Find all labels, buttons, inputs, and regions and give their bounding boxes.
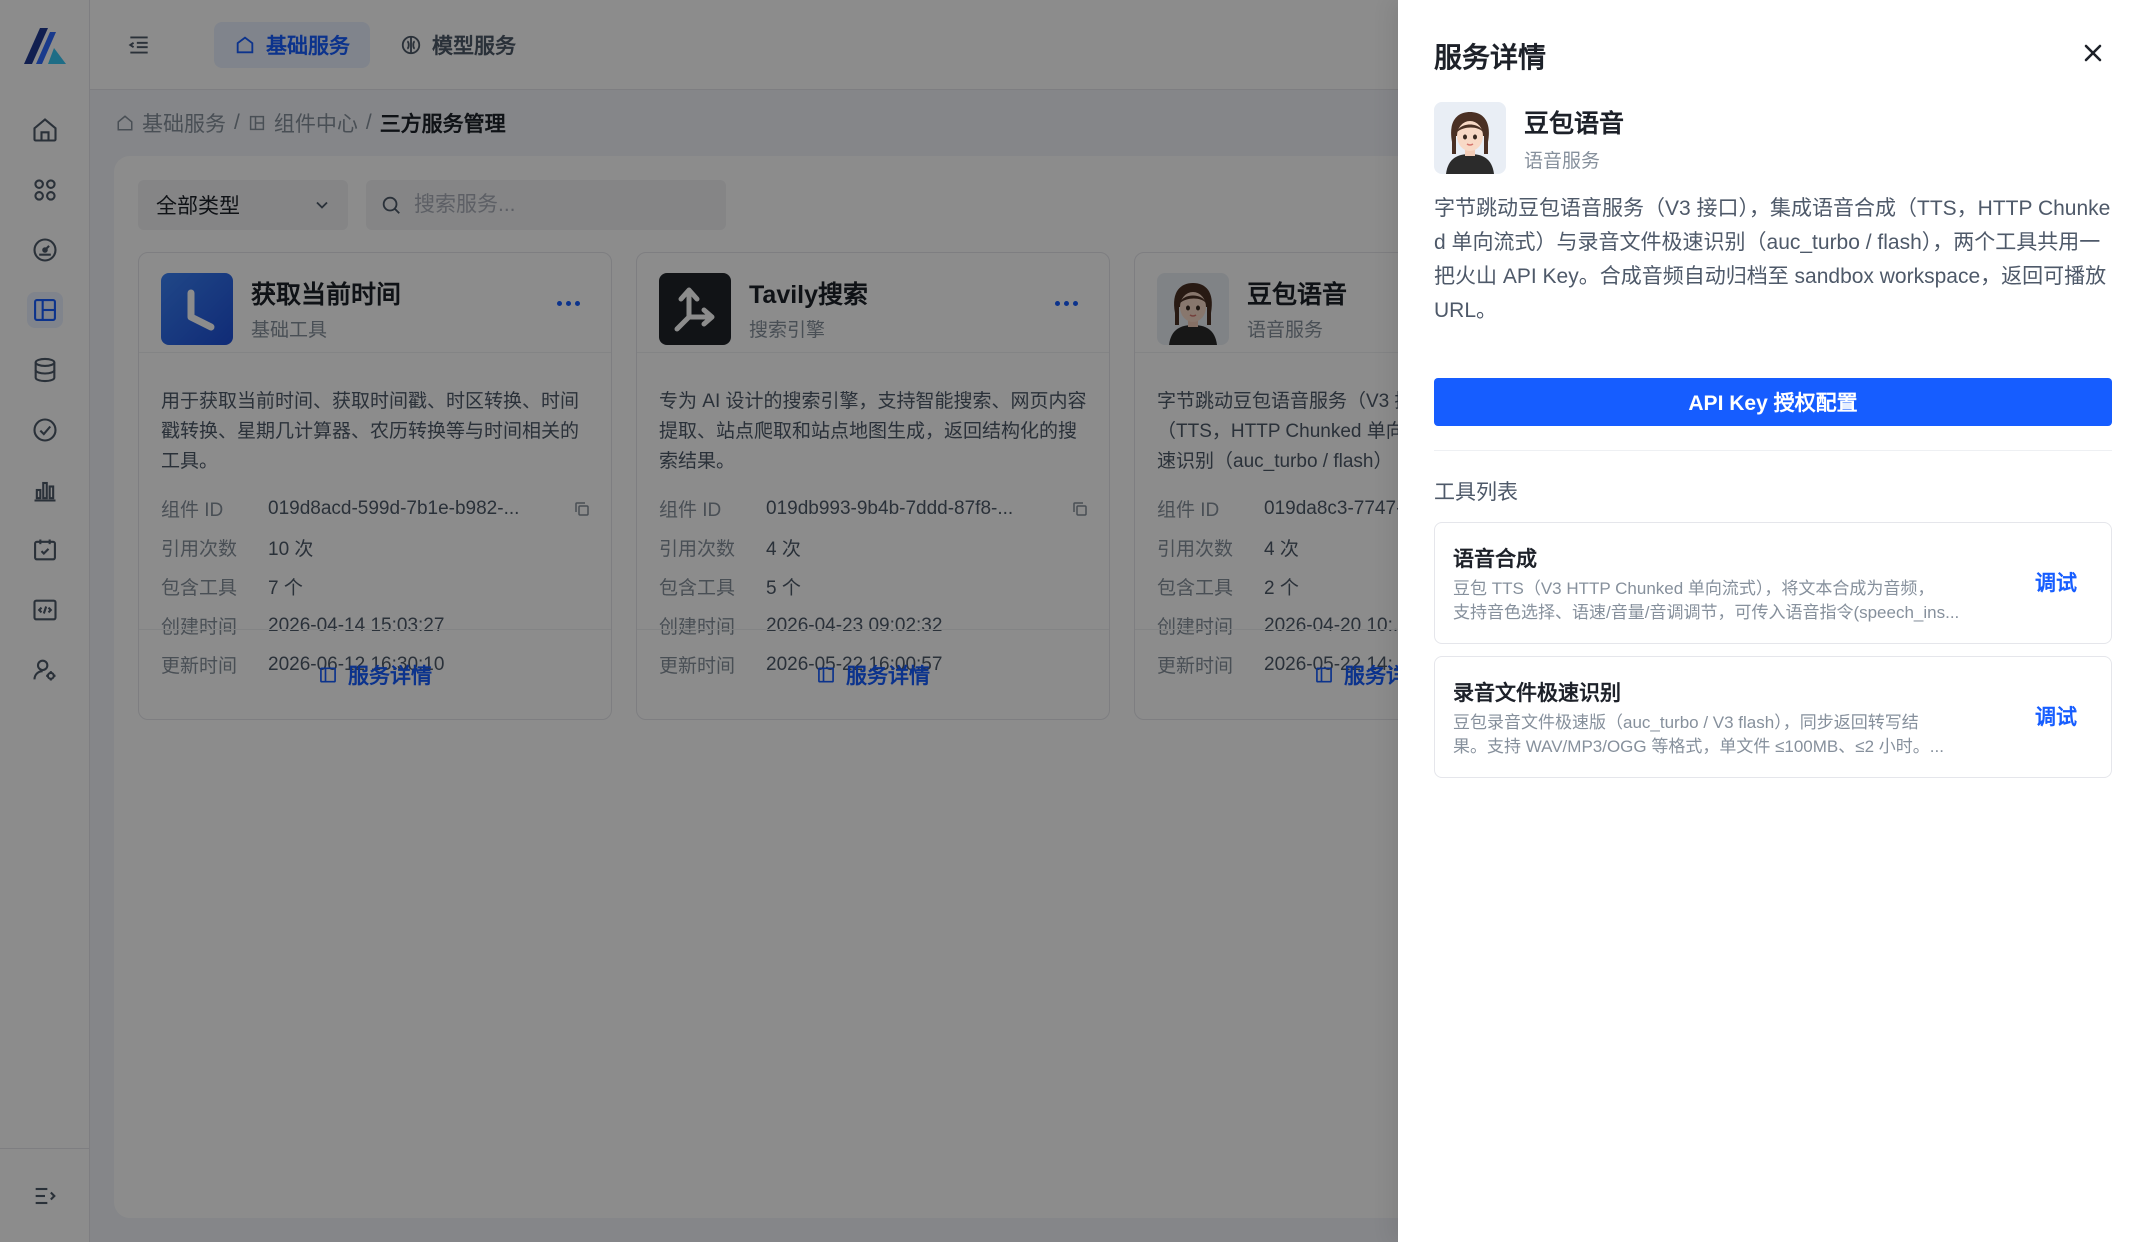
avatar-icon: [1434, 102, 1506, 174]
tools-heading: 工具列表: [1434, 481, 1518, 504]
service-description: 字节跳动豆包语音服务（V3 接口），集成语音合成（TTS，HTTP Chunke…: [1434, 197, 2111, 322]
tool-name: 语音合成: [1453, 548, 1537, 571]
tool-description: 豆包 TTS（V3 HTTP Chunked 单向流式），将文本合成为音频， 支…: [1453, 577, 2003, 625]
tool-description-line: 豆包录音文件极速版（auc_turbo / V3 flash），同步返回转写结: [1453, 713, 1919, 732]
api-key-config-button[interactable]: API Key 授权配置: [1434, 378, 2112, 426]
drawer-divider: [1434, 450, 2112, 451]
service-detail-drawer: 服务详情 豆包语音 语音服务 字节跳动豆包语音服务（V3 接口），集成语音合成（…: [1398, 0, 2148, 1242]
debug-button[interactable]: 调试: [2035, 567, 2077, 597]
tool-description-line: 支持音色选择、语速/音量/音调调节，可传入语音指令(speech_ins...: [1453, 603, 1960, 622]
tool-item: 录音文件极速识别 豆包录音文件极速版（auc_turbo / V3 flash）…: [1434, 656, 2112, 778]
tool-description: 豆包录音文件极速版（auc_turbo / V3 flash），同步返回转写结 …: [1453, 711, 2003, 759]
tool-name: 录音文件极速识别: [1453, 682, 1621, 705]
drawer-title: 服务详情: [1434, 42, 1547, 73]
tool-description-line: 豆包 TTS（V3 HTTP Chunked 单向流式），将文本合成为音频，: [1453, 579, 1935, 598]
debug-button[interactable]: 调试: [2035, 701, 2077, 731]
tool-description-line: 果。支持 WAV/MP3/OGG 等格式，单文件 ≤100MB、≤2 小时。..…: [1453, 737, 1944, 756]
close-icon[interactable]: [2078, 38, 2108, 68]
service-name: 豆包语音: [1524, 110, 1625, 138]
service-category: 语音服务: [1524, 151, 1601, 172]
tool-item: 语音合成 豆包 TTS（V3 HTTP Chunked 单向流式），将文本合成为…: [1434, 522, 2112, 644]
